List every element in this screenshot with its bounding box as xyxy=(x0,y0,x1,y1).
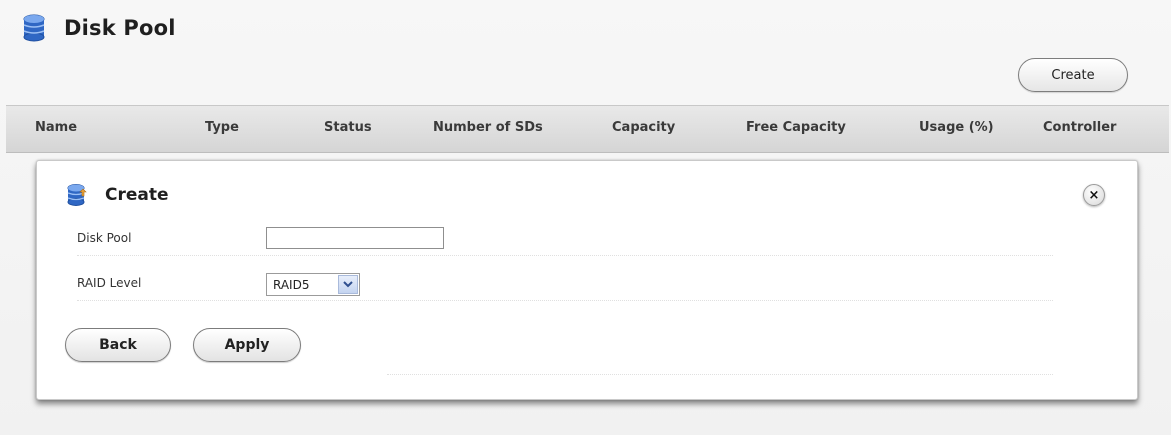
column-header-capacity[interactable]: Capacity xyxy=(612,120,675,135)
raid-level-select[interactable]: RAID5 xyxy=(266,273,360,296)
table-header: Name Type Status Number of SDs Capacity … xyxy=(6,105,1169,153)
database-icon xyxy=(23,14,45,42)
page-header: Disk Pool xyxy=(22,14,176,42)
column-header-type[interactable]: Type xyxy=(205,120,239,135)
apply-button[interactable]: Apply xyxy=(193,328,301,362)
chevron-down-icon[interactable] xyxy=(338,275,358,294)
column-header-controller[interactable]: Controller xyxy=(1043,120,1116,135)
column-header-name[interactable]: Name xyxy=(35,120,77,135)
database-add-icon xyxy=(67,184,87,206)
dialog-divider xyxy=(387,374,1053,375)
disk-pool-label: Disk Pool xyxy=(77,231,132,245)
close-icon[interactable]: × xyxy=(1083,184,1105,206)
raid-level-label: RAID Level xyxy=(77,276,142,290)
column-header-number-of-sds[interactable]: Number of SDs xyxy=(433,120,543,135)
page-title: Disk Pool xyxy=(64,16,176,40)
raid-level-row: RAID Level RAID5 xyxy=(77,268,1053,301)
dialog-header: Create xyxy=(67,183,169,207)
raid-level-value: RAID5 xyxy=(273,277,310,292)
column-header-status[interactable]: Status xyxy=(324,120,372,135)
column-header-usage[interactable]: Usage (%) xyxy=(919,120,994,135)
column-header-free-capacity[interactable]: Free Capacity xyxy=(746,120,846,135)
dialog-title: Create xyxy=(105,185,169,205)
disk-pool-input[interactable] xyxy=(266,227,444,249)
disk-pool-row: Disk Pool xyxy=(77,223,1053,256)
create-button[interactable]: Create xyxy=(1018,58,1128,92)
page: Disk Pool Create Name Type Status Number… xyxy=(0,0,1171,435)
create-dialog: Create × Disk Pool RAID Level RAID5 Back… xyxy=(36,160,1138,400)
back-button[interactable]: Back xyxy=(65,328,171,362)
